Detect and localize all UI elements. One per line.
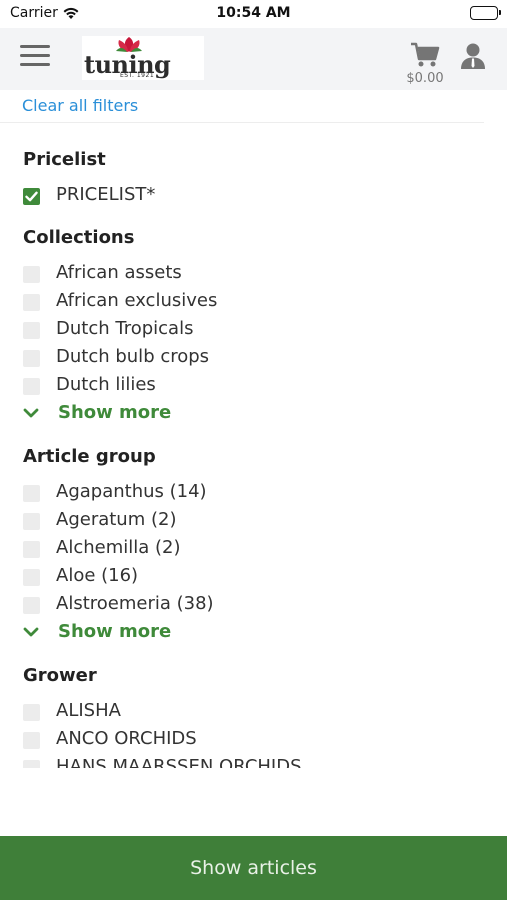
battery-icon <box>470 6 501 20</box>
clock: 10:54 AM <box>216 5 291 21</box>
filter-option-label: HANS MAARSSEN ORCHIDS <box>56 756 302 768</box>
filter-option-article-group[interactable]: Aloe (16) <box>23 565 473 589</box>
checkbox-checked[interactable] <box>23 188 40 205</box>
show-articles-button[interactable]: Show articles <box>0 836 507 900</box>
filter-option-collection[interactable]: African assets <box>23 262 473 286</box>
section-title-article-group: Article group <box>23 446 156 467</box>
filter-option-collection[interactable]: Dutch Tropicals <box>23 318 473 342</box>
filter-option-label: ANCO ORCHIDS <box>56 728 197 749</box>
app-header: tuning EST. 1921 $0.00 <box>0 28 507 90</box>
filter-option-article-group[interactable]: Agapanthus (14) <box>23 481 473 505</box>
filter-option-label: Dutch lilies <box>56 374 156 395</box>
checkbox[interactable] <box>23 266 40 283</box>
account-icon[interactable] <box>460 42 486 74</box>
checkbox[interactable] <box>23 513 40 530</box>
filter-option-grower[interactable]: ANCO ORCHIDS <box>23 728 473 752</box>
filter-option-grower[interactable]: HANS MAARSSEN ORCHIDS <box>23 756 473 768</box>
show-more-label: Show more <box>58 402 172 423</box>
filter-option-label: Dutch bulb crops <box>56 346 210 367</box>
filter-option-label: PRICELIST* <box>56 184 156 205</box>
cart-total: $0.00 <box>406 71 444 86</box>
filter-option-label: ALISHA <box>56 700 121 721</box>
filter-option-label: Aloe (16) <box>56 565 139 586</box>
filter-list[interactable]: Pricelist PRICELIST* Collections African… <box>0 123 507 768</box>
filter-option-label: Dutch Tropicals <box>56 318 194 339</box>
checkbox[interactable] <box>23 732 40 749</box>
chevron-down-icon <box>23 627 39 637</box>
logo-established: EST. 1921 <box>120 72 155 79</box>
filter-option-collection[interactable]: African exclusives <box>23 290 473 314</box>
checkbox[interactable] <box>23 350 40 367</box>
cart-icon[interactable] <box>410 42 440 72</box>
checkbox[interactable] <box>23 597 40 614</box>
filter-option-label: African exclusives <box>56 290 218 311</box>
section-title-pricelist: Pricelist <box>23 149 106 170</box>
filter-option-label: Alstroemeria (38) <box>56 593 214 614</box>
filter-option-article-group[interactable]: Alstroemeria (38) <box>23 593 473 617</box>
filter-option-article-group[interactable]: Ageratum (2) <box>23 509 473 533</box>
filter-option-label: Ageratum (2) <box>56 509 177 530</box>
chevron-down-icon <box>23 408 39 418</box>
filter-option-grower[interactable]: ALISHA <box>23 700 473 724</box>
checkbox[interactable] <box>23 704 40 721</box>
checkbox[interactable] <box>23 760 40 768</box>
show-more-collections-button[interactable]: Show more <box>23 402 223 426</box>
status-bar: Carrier 10:54 AM <box>0 0 507 28</box>
show-more-label: Show more <box>58 621 172 642</box>
filter-option-collection[interactable]: Dutch bulb crops <box>23 346 473 370</box>
checkbox[interactable] <box>23 294 40 311</box>
filter-option-article-group[interactable]: Alchemilla (2) <box>23 537 473 561</box>
filter-option-pricelist[interactable]: PRICELIST* <box>23 184 473 208</box>
brand-logo[interactable]: tuning EST. 1921 <box>82 36 204 80</box>
checkbox[interactable] <box>23 322 40 339</box>
clear-filters-link[interactable]: Clear all filters <box>22 96 138 115</box>
filter-option-collection[interactable]: Dutch lilies <box>23 374 473 398</box>
filter-option-label: Alchemilla (2) <box>56 537 181 558</box>
checkbox[interactable] <box>23 569 40 586</box>
filter-option-label: African assets <box>56 262 182 283</box>
menu-icon[interactable] <box>20 43 50 67</box>
checkbox[interactable] <box>23 378 40 395</box>
section-title-grower: Grower <box>23 665 97 686</box>
section-title-collections: Collections <box>23 227 135 248</box>
checkbox[interactable] <box>23 485 40 502</box>
checkbox[interactable] <box>23 541 40 558</box>
filter-option-label: Agapanthus (14) <box>56 481 207 502</box>
show-more-article-group-button[interactable]: Show more <box>23 621 223 645</box>
